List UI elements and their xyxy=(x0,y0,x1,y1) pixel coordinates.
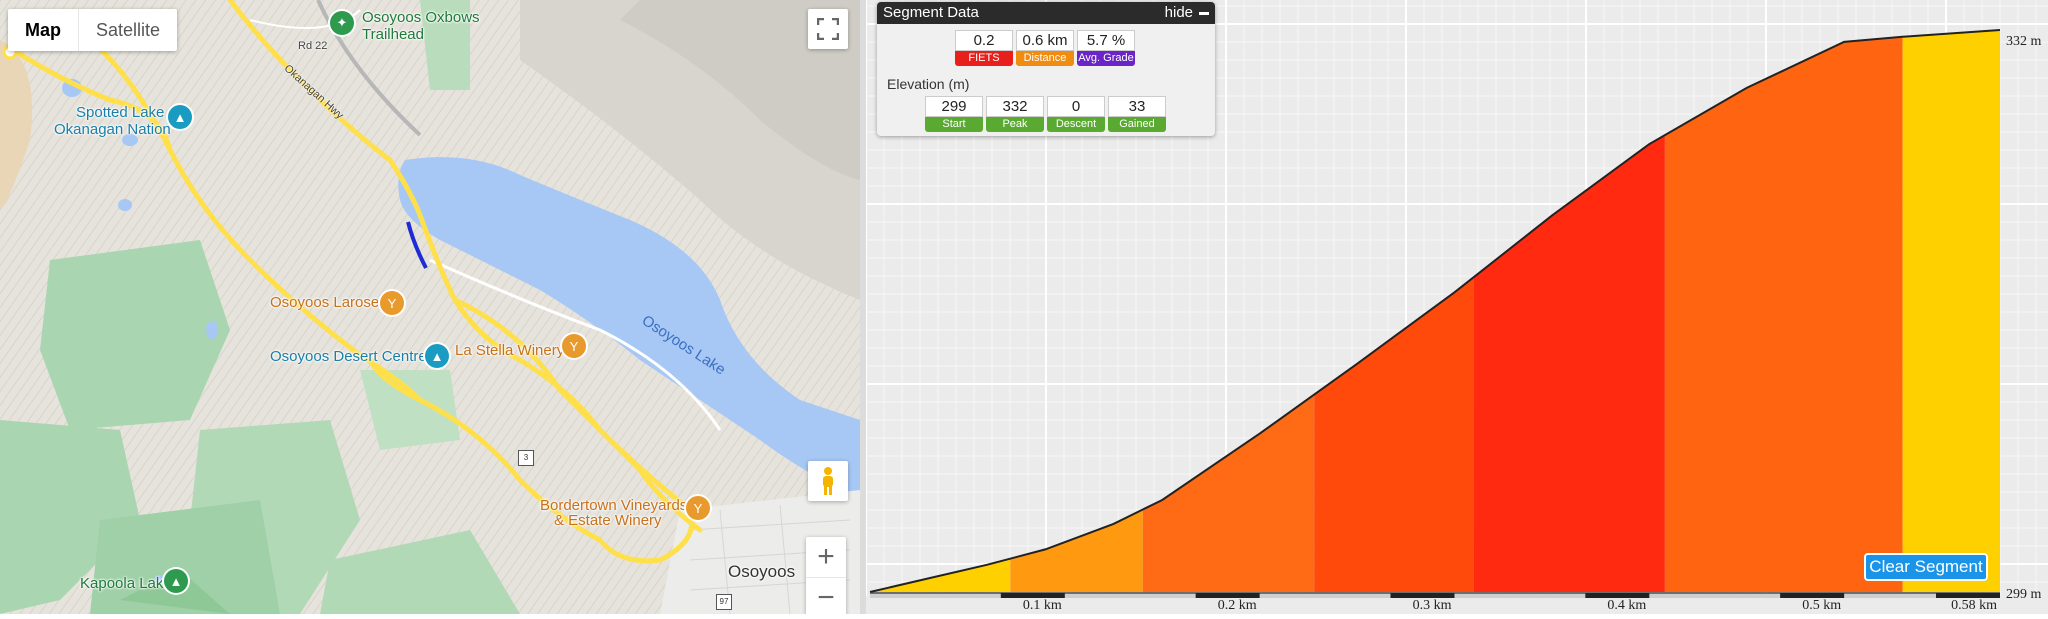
street-view-button[interactable] xyxy=(808,461,848,501)
stat-value: 332 xyxy=(986,96,1044,117)
place-osoyoos-oxbows-trailhead: Trailhead xyxy=(362,26,424,43)
spotted-lake-pin-icon[interactable]: ▲ xyxy=(168,105,192,129)
clear-segment-button[interactable]: Clear Segment xyxy=(1864,553,1988,581)
stat-value: 33 xyxy=(1108,96,1166,117)
stat-distance: 0.6 km Distance xyxy=(1016,30,1074,66)
x-tick-label: 0.4 km xyxy=(1607,598,1646,613)
place-osoyoos-desert-centre: Osoyoos Desert Centre xyxy=(270,348,427,365)
elevation-band-4 xyxy=(1314,276,1474,592)
desert-centre-pin-icon[interactable]: ▲ xyxy=(425,344,449,368)
x-tick-label: 0.5 km xyxy=(1802,598,1841,613)
place-osoyoos-oxbows: Osoyoos Oxbows xyxy=(362,9,480,26)
elev-stat-gained: 33 Gained xyxy=(1108,96,1166,132)
kapoola-lake-pin-icon[interactable]: ▲ xyxy=(164,569,188,593)
x-tick-label: 0.58 km xyxy=(1951,598,1997,613)
stat-value: 0 xyxy=(1047,96,1105,117)
zoom-out-button[interactable]: − xyxy=(806,578,846,614)
zoom-in-button[interactable]: + xyxy=(806,537,846,578)
hide-segment-panel-button[interactable]: hide xyxy=(1165,2,1209,24)
elevation-stats: 299 Start 332 Peak 0 Descent 33 Gained xyxy=(925,96,1166,132)
place-osoyoos-larose: Osoyoos Larose xyxy=(270,294,380,311)
elev-stat-descent: 0 Descent xyxy=(1047,96,1105,132)
zoom-control: + − xyxy=(806,537,846,614)
winery-icon-bordertown[interactable]: Y xyxy=(686,496,710,520)
stat-fiets: 0.2 FIETS xyxy=(955,30,1013,66)
stat-avg-grade: 5.7 % Avg. Grade xyxy=(1077,30,1135,66)
place-okanagan-nation: Okanagan Nation xyxy=(54,121,171,138)
place-osoyoos-town: Osoyoos xyxy=(728,562,796,581)
place-spotted-lake: Spotted Lake xyxy=(76,104,165,121)
winery-icon-la-stella[interactable]: Y xyxy=(562,334,586,358)
elevation-band-7 xyxy=(1902,30,2000,592)
y-max-label: 332 m xyxy=(2006,34,2042,49)
pegman-icon xyxy=(823,467,833,495)
stat-value: 299 xyxy=(925,96,983,117)
x-tick-label: 0.2 km xyxy=(1218,598,1257,613)
stat-label: Distance xyxy=(1016,51,1074,66)
stat-value: 5.7 % xyxy=(1077,30,1135,51)
minus-icon xyxy=(1199,11,1209,15)
stat-label: FIETS xyxy=(955,51,1013,66)
terrain-map xyxy=(0,0,860,614)
elev-stat-peak: 332 Peak xyxy=(986,96,1044,132)
hwy-shield-3: 3 xyxy=(518,450,534,466)
x-tick-label: 0.1 km xyxy=(1023,598,1062,613)
y-min-label: 299 m xyxy=(2006,587,2042,602)
stat-label: Descent xyxy=(1047,117,1105,132)
elevation-band-2 xyxy=(1010,509,1143,592)
fullscreen-button[interactable] xyxy=(808,9,848,49)
stat-label: Start xyxy=(925,117,983,132)
map-pane[interactable]: Osoyoos Oxbows Trailhead ✦ Spotted Lake … xyxy=(0,0,860,614)
elev-stat-start: 299 Start xyxy=(925,96,983,132)
road-label-rd22: Rd 22 xyxy=(298,40,328,52)
place-kapoola-lake: Kapoola Lake xyxy=(80,575,172,592)
elevation-band-6 xyxy=(1664,36,1903,593)
segment-data-header: Segment Data hide xyxy=(877,2,1215,24)
stat-value: 0.6 km xyxy=(1016,30,1074,51)
segment-data-panel: Segment Data hide 0.2 FIETS 0.6 km Distance… xyxy=(877,2,1215,136)
place-bordertown-estate-winery: & Estate Winery xyxy=(554,512,662,529)
place-la-stella-winery: La Stella Winery xyxy=(455,342,565,359)
stat-label: Peak xyxy=(986,117,1044,132)
winery-icon-larose[interactable]: Y xyxy=(380,291,404,315)
fullscreen-icon xyxy=(817,18,839,40)
stat-value: 0.2 xyxy=(955,30,1013,51)
stat-label: Avg. Grade xyxy=(1077,51,1135,66)
elevation-band-3 xyxy=(1142,394,1315,592)
hwy-shield-97: 97 xyxy=(716,594,732,610)
hiking-icon[interactable]: ✦ xyxy=(330,11,354,35)
stat-label: Gained xyxy=(1108,117,1166,132)
segment-data-title: Segment Data xyxy=(883,4,979,21)
map-type-satellite-button[interactable]: Satellite xyxy=(79,9,177,51)
segment-summary-stats: 0.2 FIETS 0.6 km Distance 5.7 % Avg. Grade xyxy=(955,30,1135,66)
map-type-map-button[interactable]: Map xyxy=(8,9,79,51)
map-type-control: Map Satellite xyxy=(8,9,178,51)
x-tick-label: 0.3 km xyxy=(1413,598,1452,613)
elevation-title: Elevation (m) xyxy=(887,76,970,92)
